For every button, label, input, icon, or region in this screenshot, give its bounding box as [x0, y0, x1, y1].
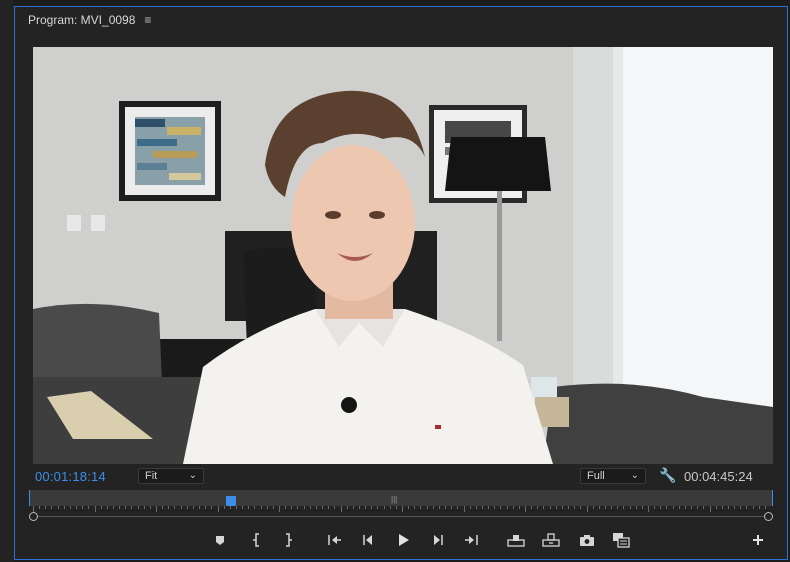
- button-editor-button[interactable]: [748, 531, 768, 549]
- mark-in-icon: [253, 533, 259, 547]
- zoom-scroll-left-handle[interactable]: [29, 512, 38, 521]
- playback-resolution-value: Full: [587, 470, 605, 482]
- comparison-view-button[interactable]: [611, 531, 631, 549]
- step-forward-icon: [434, 535, 443, 545]
- play-icon: [399, 534, 409, 546]
- go-to-in-icon: [328, 535, 341, 545]
- step-back-icon: [363, 535, 372, 545]
- mark-out-icon: [286, 533, 292, 547]
- go-to-out-button[interactable]: [462, 531, 482, 549]
- timeline-ticks: [33, 506, 769, 512]
- program-video-frame[interactable]: [33, 47, 773, 464]
- chevron-down-icon: ⌄: [630, 470, 639, 481]
- extract-button[interactable]: [541, 531, 561, 549]
- out-point-marker: [772, 490, 773, 506]
- mark-in-button[interactable]: [247, 531, 267, 549]
- mini-timeline[interactable]: |||: [27, 488, 775, 524]
- monitor-controls-row: 00:01:18:14 Fit ⌄ Full ⌄ 🔧 00:04:45:24: [15, 466, 787, 488]
- zoom-scroll-right-handle[interactable]: [764, 512, 773, 521]
- zoom-level-select[interactable]: Fit ⌄: [138, 468, 204, 484]
- duration-timecode: 00:04:45:24: [684, 469, 753, 484]
- playhead[interactable]: [226, 496, 236, 506]
- zoom-level-value: Fit: [145, 470, 158, 482]
- video-frame-image: [33, 47, 773, 464]
- lift-icon: [507, 535, 525, 547]
- left-panel-edge: [0, 0, 14, 562]
- wrench-settings-icon[interactable]: 🔧: [659, 467, 676, 484]
- current-timecode[interactable]: 00:01:18:14: [35, 469, 106, 484]
- timeline-track[interactable]: [29, 490, 773, 506]
- step-forward-button[interactable]: [428, 531, 448, 549]
- go-to-in-button[interactable]: [324, 531, 344, 549]
- extract-icon: [542, 533, 560, 547]
- export-frame-button[interactable]: [577, 531, 597, 549]
- timeline-center-grip-icon[interactable]: |||: [391, 495, 397, 504]
- play-button[interactable]: [393, 531, 413, 549]
- transport-controls: [15, 527, 787, 553]
- lift-button[interactable]: [506, 531, 526, 549]
- panel-title[interactable]: Program: MVI_0098: [28, 13, 135, 27]
- hamburger-menu-icon[interactable]: ≡: [144, 13, 151, 27]
- chevron-down-icon: ⌄: [188, 470, 197, 481]
- go-to-out-icon: [465, 535, 478, 545]
- step-back-button[interactable]: [358, 531, 378, 549]
- zoom-scroll-rail: [33, 516, 769, 517]
- comparison-view-icon: [613, 533, 630, 548]
- mark-out-button[interactable]: [278, 531, 298, 549]
- export-frame-icon: [580, 534, 594, 546]
- add-marker-button[interactable]: [210, 531, 230, 549]
- in-point-marker: [29, 490, 30, 506]
- button-editor-plus-icon: [753, 535, 763, 545]
- add-marker-icon: [216, 536, 224, 545]
- playback-resolution-select[interactable]: Full ⌄: [580, 468, 646, 484]
- panel-header: Program: MVI_0098 ≡: [15, 7, 787, 33]
- program-monitor-panel: Program: MVI_0098 ≡ 00:01:18:14 Fit ⌄ Fu…: [14, 6, 788, 560]
